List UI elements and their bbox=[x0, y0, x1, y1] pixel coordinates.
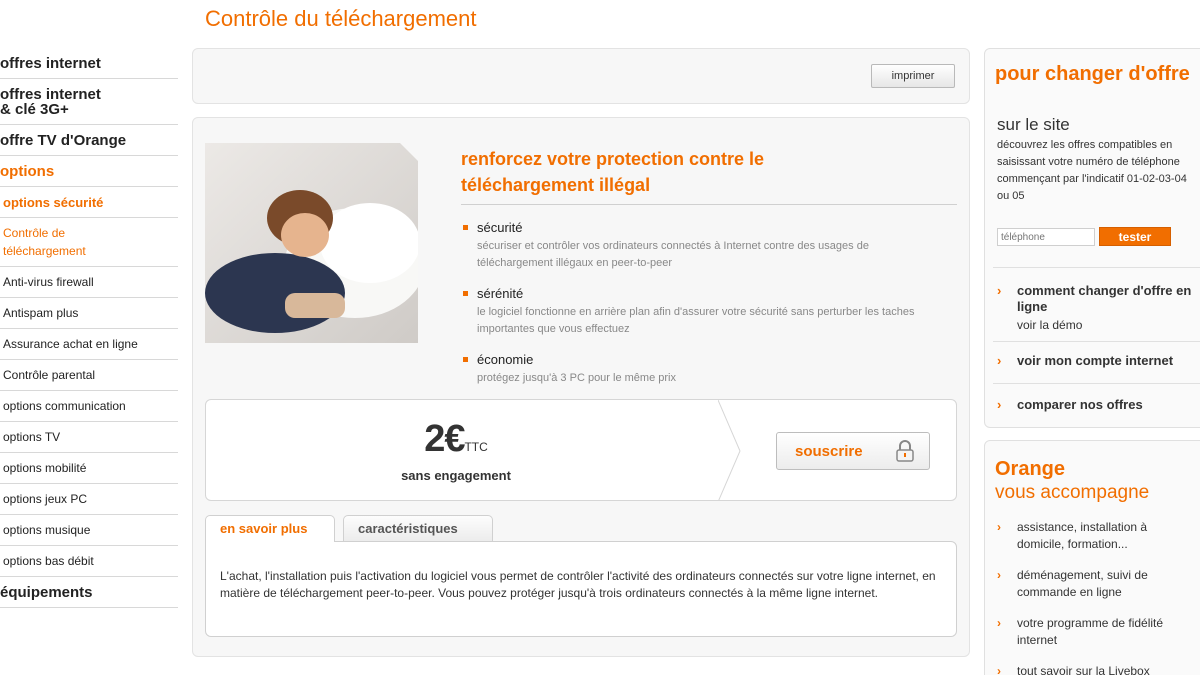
tab-caracteristiques[interactable]: caractéristiques bbox=[343, 515, 493, 541]
padlock-icon bbox=[896, 440, 914, 462]
change-offer-panel: pour changer d'offre sur le site découvr… bbox=[984, 48, 1200, 428]
change-offer-subtitle: sur le site bbox=[997, 115, 1070, 134]
accompany-subtitle: vous accompagne bbox=[995, 482, 1150, 503]
accompany-title: Orange bbox=[995, 458, 1066, 480]
arrow-right-icon: › bbox=[997, 520, 1001, 534]
arrow-right-icon: › bbox=[997, 616, 1001, 630]
feature-title: sécurité bbox=[477, 220, 523, 235]
link-sublabel: voir la démo bbox=[1017, 318, 1083, 332]
arrow-right-icon: › bbox=[997, 283, 1002, 298]
link-demenagement[interactable]: › déménagement, suivi de commande en lig… bbox=[997, 567, 1197, 601]
commitment-text: sans engagement bbox=[401, 468, 511, 483]
arrow-right-icon: › bbox=[997, 353, 1002, 368]
change-offer-title: pour changer d'offre bbox=[995, 63, 1190, 85]
price-suffix: TTC bbox=[464, 440, 488, 454]
link-label: comment changer d'offre en ligne bbox=[1017, 283, 1192, 314]
sidebar-item-offres-internet-cle[interactable]: offres internet & clé 3G+ bbox=[0, 79, 178, 125]
divider bbox=[993, 341, 1200, 342]
test-button[interactable]: tester bbox=[1099, 227, 1171, 246]
tab-content: L'achat, l'installation puis l'activatio… bbox=[205, 541, 957, 637]
bullet-icon bbox=[463, 291, 468, 296]
sidebar-item-antispam[interactable]: Antispam plus bbox=[0, 298, 178, 329]
sidebar-item-controle-telechargement[interactable]: Contrôle de téléchargement bbox=[0, 218, 178, 267]
feature-title: sérénité bbox=[477, 286, 524, 301]
link-fidelite[interactable]: › votre programme de fidélité internet bbox=[997, 615, 1197, 649]
offer-box: 2€TTC sans engagement souscrire bbox=[205, 399, 957, 501]
promo-divider bbox=[461, 204, 957, 205]
divider bbox=[993, 383, 1200, 384]
feature-title: économie bbox=[477, 352, 534, 367]
price-value: 2€ bbox=[424, 418, 465, 460]
feature-economie: économie protégez jusqu'à 3 PC pour le m… bbox=[463, 352, 943, 387]
print-button[interactable]: imprimer bbox=[871, 64, 955, 88]
subscribe-label: souscrire bbox=[795, 442, 863, 460]
sidebar-item-options[interactable]: options bbox=[0, 156, 178, 187]
link-label: déménagement, suivi de commande en ligne bbox=[1017, 568, 1148, 599]
sidebar-item-controle-parental[interactable]: Contrôle parental bbox=[0, 360, 178, 391]
sidebar-item-options-bas-debit[interactable]: options bas débit bbox=[0, 546, 178, 577]
sidebar-item-options-mobilite[interactable]: options mobilité bbox=[0, 453, 178, 484]
feature-description: le logiciel fonctionne en arrière plan a… bbox=[477, 306, 915, 335]
price: 2€TTC bbox=[376, 418, 536, 461]
link-label: comparer nos offres bbox=[1017, 397, 1143, 412]
link-livebox[interactable]: › tout savoir sur la Livebox bbox=[997, 663, 1197, 675]
link-comparer-offres[interactable]: › comparer nos offres bbox=[997, 397, 1200, 413]
link-label: tout savoir sur la Livebox bbox=[1017, 664, 1150, 675]
sidebar-item-assurance[interactable]: Assurance achat en ligne bbox=[0, 329, 178, 360]
arrow-right-icon: › bbox=[997, 397, 1002, 412]
product-panel: renforcez votre protection contre le tél… bbox=[192, 117, 970, 657]
link-label: votre programme de fidélité internet bbox=[1017, 616, 1164, 647]
link-label: voir mon compte internet bbox=[1017, 353, 1174, 368]
chevron-divider-icon bbox=[718, 400, 741, 500]
feature-description: sécuriser et contrôler vos ordinateurs c… bbox=[477, 240, 869, 269]
sidebar-item-equipements[interactable]: équipements bbox=[0, 577, 178, 608]
feature-description: protégez jusqu'à 3 PC pour le même prix bbox=[477, 372, 676, 384]
bullet-icon bbox=[463, 357, 468, 362]
sidebar-item-options-communication[interactable]: options communication bbox=[0, 391, 178, 422]
phone-input[interactable] bbox=[997, 228, 1095, 246]
arrow-right-icon: › bbox=[997, 664, 1001, 675]
feature-serenite: sérénité le logiciel fonctionne en arriè… bbox=[463, 286, 943, 338]
arrow-right-icon: › bbox=[997, 568, 1001, 582]
promo-title: renforcez votre protection contre le tél… bbox=[461, 149, 765, 195]
change-offer-description: découvrez les offres compatibles en sais… bbox=[997, 139, 1187, 202]
sidebar-item-offre-tv[interactable]: offre TV d'Orange bbox=[0, 125, 178, 156]
bullet-icon bbox=[463, 225, 468, 230]
link-assistance[interactable]: › assistance, installation à domicile, f… bbox=[997, 519, 1197, 553]
sidebar-item-antivirus[interactable]: Anti-virus firewall bbox=[0, 267, 178, 298]
accompany-panel: Orange vous accompagne › assistance, ins… bbox=[984, 440, 1200, 675]
tab-en-savoir-plus[interactable]: en savoir plus bbox=[205, 515, 335, 542]
sidebar-item-options-jeux[interactable]: options jeux PC bbox=[0, 484, 178, 515]
link-label: assistance, installation à domicile, for… bbox=[1017, 520, 1148, 551]
sidebar-nav: offres internet offres internet & clé 3G… bbox=[0, 48, 178, 608]
sidebar-item-options-securite[interactable]: options sécurité bbox=[0, 187, 178, 218]
sidebar-item-options-musique[interactable]: options musique bbox=[0, 515, 178, 546]
subscribe-button[interactable]: souscrire bbox=[776, 432, 930, 470]
sidebar-item-offres-internet[interactable]: offres internet bbox=[0, 48, 178, 79]
page-title: Contrôle du téléchargement bbox=[205, 6, 477, 31]
link-voir-compte[interactable]: › voir mon compte internet bbox=[997, 353, 1200, 369]
sidebar-item-options-tv[interactable]: options TV bbox=[0, 422, 178, 453]
sleeping-child-image bbox=[205, 143, 418, 343]
feature-securite: sécurité sécuriser et contrôler vos ordi… bbox=[463, 220, 943, 272]
link-comment-changer-offre[interactable]: › comment changer d'offre en ligne voir … bbox=[997, 283, 1200, 333]
divider bbox=[993, 267, 1200, 268]
toolbar-panel: imprimer bbox=[192, 48, 970, 104]
